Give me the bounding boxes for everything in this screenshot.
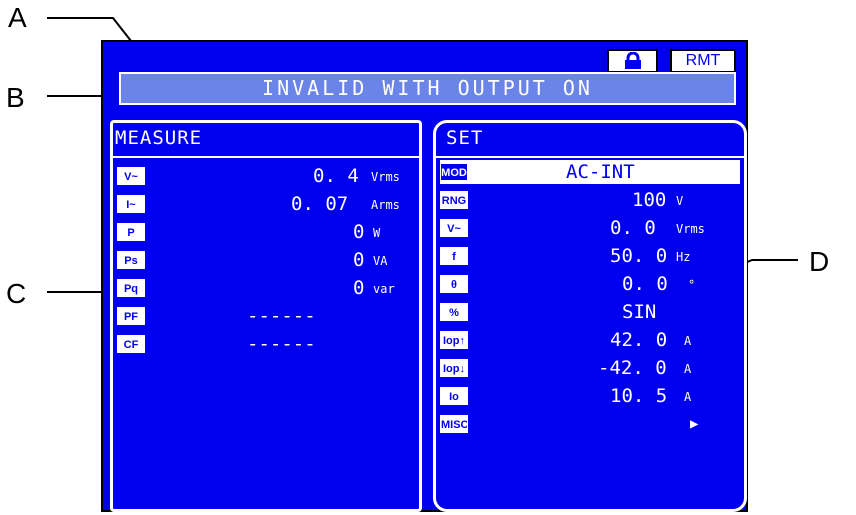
lock-badge: [607, 49, 658, 73]
set-row[interactable]: V~ 0. 0 Vrms: [440, 217, 740, 239]
set-row[interactable]: MISC ▶: [440, 413, 740, 435]
measure-value: 0: [353, 221, 365, 243]
set-value: 50. 0: [610, 245, 668, 267]
measure-row: PF ------: [117, 305, 415, 327]
set-row[interactable]: θ 0. 0 °: [440, 273, 740, 295]
peak-current-lower-icon: Iop↓: [440, 359, 468, 377]
power-factor-icon: PF: [117, 307, 145, 325]
measure-row: P 0 W: [117, 221, 415, 243]
set-unit: °: [688, 278, 696, 292]
set-row[interactable]: Iop↑ 42. 0 A: [440, 329, 740, 351]
measure-value: 0: [353, 249, 365, 271]
set-unit: A: [684, 390, 692, 404]
measure-row: Pq 0 var: [117, 277, 415, 299]
remote-badge: RMT: [670, 49, 736, 73]
set-divider: [436, 156, 744, 158]
measure-unit: Arms: [371, 198, 400, 212]
measure-unit: W: [373, 226, 381, 240]
set-panel: SET MOD AC-INT RNG 100 V V~ 0. 0 Vrms f …: [433, 120, 747, 512]
set-value: 0. 0: [610, 217, 656, 239]
crest-factor-icon: CF: [117, 335, 145, 353]
measure-panel: MEASURE V~ 0. 4 Vrms I~ 0. 07 Arms P 0 W…: [110, 120, 422, 512]
set-value: 0. 0: [622, 273, 668, 295]
measure-row: CF ------: [117, 333, 415, 355]
set-unit: V: [676, 194, 684, 208]
measure-unit: VA: [373, 254, 388, 268]
range-icon: RNG: [440, 191, 468, 209]
set-row[interactable]: f 50. 0 Hz: [440, 245, 740, 267]
measure-unit: Vrms: [371, 170, 400, 184]
set-row-selected[interactable]: MOD AC-INT: [440, 160, 740, 184]
voltage-ac-icon: V~: [440, 219, 468, 237]
frequency-icon: f: [440, 247, 468, 265]
phase-angle-icon: θ: [440, 275, 468, 293]
set-value: 10. 5: [610, 385, 668, 407]
set-value: SIN: [622, 301, 657, 323]
callout-a: A: [8, 2, 27, 33]
set-value: 42. 0: [610, 329, 668, 351]
callout-d: D: [809, 246, 830, 277]
measure-panel-title: MEASURE: [115, 127, 203, 149]
reactive-power-icon: Pq: [117, 279, 145, 297]
current-limit-icon: Io: [440, 387, 468, 405]
status-bar: RMT: [110, 42, 741, 75]
set-value: -42. 0: [598, 357, 667, 379]
measure-divider: [113, 156, 419, 158]
submenu-arrow-icon: ▶: [690, 416, 699, 432]
voltage-ac-icon: V~: [117, 167, 145, 185]
set-row[interactable]: RNG 100 V: [440, 189, 740, 211]
set-unit: A: [684, 362, 692, 376]
measure-value: 0. 4: [313, 165, 359, 187]
measure-value: ------: [247, 333, 316, 355]
set-value: AC-INT: [566, 161, 635, 183]
measure-row: V~ 0. 4 Vrms: [117, 165, 415, 187]
set-row[interactable]: Io 10. 5 A: [440, 385, 740, 407]
set-unit: A: [684, 334, 692, 348]
measure-row: I~ 0. 07 Arms: [117, 193, 415, 215]
peak-current-upper-icon: Iop↑: [440, 331, 468, 349]
mode-icon: MOD: [440, 163, 468, 181]
set-unit: Vrms: [676, 222, 705, 236]
callout-b: B: [6, 82, 25, 113]
waveform-icon: %: [440, 303, 468, 321]
misc-icon: MISC: [440, 415, 468, 433]
current-ac-icon: I~: [117, 195, 145, 213]
set-row[interactable]: % SIN: [440, 301, 740, 323]
measure-row: Ps 0 VA: [117, 249, 415, 271]
apparent-power-icon: Ps: [117, 251, 145, 269]
set-unit: Hz: [676, 250, 691, 264]
callout-c: C: [6, 278, 27, 309]
lcd-screen: RMT INVALID WITH OUTPUT ON MEASURE V~ 0.…: [101, 40, 748, 512]
measure-value: ------: [247, 305, 316, 327]
measure-unit: var: [373, 282, 395, 296]
active-power-icon: P: [117, 223, 145, 241]
set-row[interactable]: Iop↓ -42. 0 A: [440, 357, 740, 379]
lock-icon: [624, 51, 641, 69]
measure-value: 0. 07: [291, 193, 349, 215]
measure-value: 0: [353, 277, 365, 299]
set-value: 100: [632, 189, 667, 211]
set-panel-title: SET: [446, 127, 484, 149]
message-bar: INVALID WITH OUTPUT ON: [119, 72, 736, 105]
